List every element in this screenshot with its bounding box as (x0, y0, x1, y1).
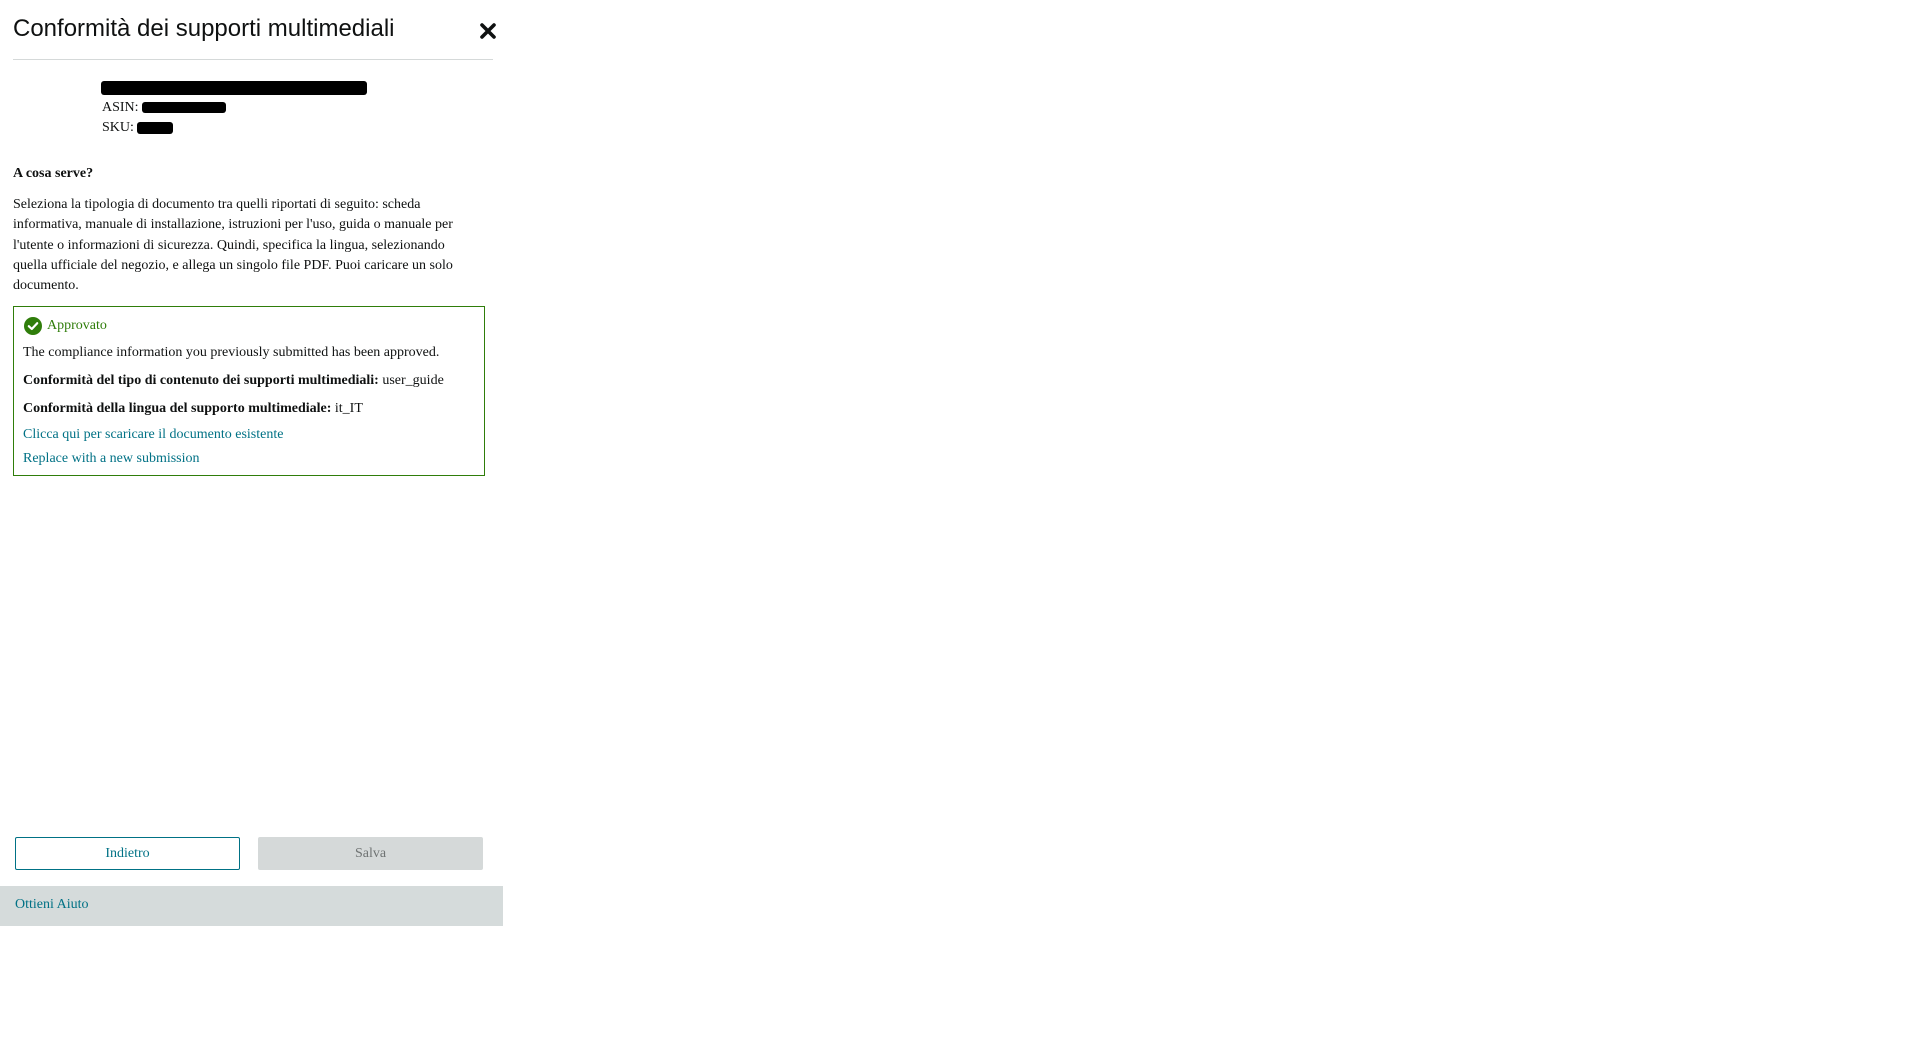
sku-value-redacted (137, 121, 174, 134)
asin-label: ASIN: (102, 100, 139, 115)
approval-status-box: Approvato The compliance information you… (13, 306, 485, 476)
content-type-value: user_guide (382, 373, 444, 388)
content-type-field: Conformità del tipo di contenuto dei sup… (23, 373, 444, 389)
close-button[interactable] (473, 16, 503, 46)
status-label: Approvato (47, 318, 107, 333)
compliance-panel: Conformità dei supporti multimediali ASI… (0, 0, 503, 930)
language-value: it_IT (334, 401, 363, 416)
back-button[interactable]: Indietro (15, 837, 240, 870)
status-header: Approvato (24, 317, 107, 335)
download-document-link[interactable]: Clicca qui per scaricare il documento es… (23, 427, 283, 443)
get-help-link[interactable]: Ottieni Aiuto (15, 897, 89, 913)
replace-submission-link[interactable]: Replace with a new submission (23, 451, 200, 467)
check-circle-icon (24, 317, 42, 335)
info-heading: A cosa serve? (13, 166, 94, 181)
close-icon (480, 23, 496, 39)
dialog-header: Conformità dei supporti multimediali (13, 12, 496, 60)
product-name-redacted (101, 80, 367, 95)
content-type-label: Conformità del tipo di contenuto dei sup… (23, 373, 379, 388)
language-label: Conformità della lingua del supporto mul… (23, 401, 332, 416)
product-info: ASIN: SKU: (101, 78, 367, 138)
footer-bar: Ottieni Aiuto (0, 886, 503, 926)
save-button[interactable]: Salva (258, 837, 483, 870)
info-description: Seleziona la tipologia di documento tra … (13, 197, 453, 294)
sku-label: SKU: (102, 120, 134, 135)
asin-value-redacted (142, 102, 227, 114)
dialog-title: Conformità dei supporti multimediali (13, 15, 395, 42)
language-field: Conformità della lingua del supporto mul… (23, 401, 363, 417)
status-message: The compliance information you previousl… (23, 345, 440, 360)
